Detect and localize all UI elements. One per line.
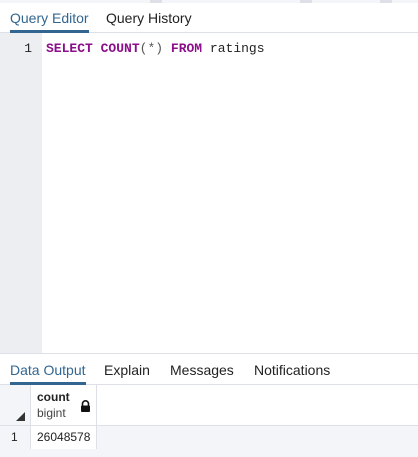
output-tab-bar: Data Output Explain Messages Notificatio… bbox=[0, 353, 418, 385]
editor-tab-bar: Query Editor Query History bbox=[0, 0, 418, 33]
keyword-select: SELECT bbox=[46, 41, 93, 56]
paren-close: ) bbox=[155, 41, 164, 56]
query-tool-window: Query Editor Query History 1 SELECT COUN… bbox=[0, 0, 418, 457]
tab-messages[interactable]: Messages bbox=[170, 357, 234, 385]
grid-empty-area bbox=[0, 449, 418, 457]
strip-notch bbox=[150, 0, 162, 3]
line-number: 1 bbox=[24, 41, 32, 56]
tab-data-output[interactable]: Data Output bbox=[10, 357, 86, 385]
function-count: COUNT bbox=[100, 41, 140, 56]
table-name: ratings bbox=[209, 41, 265, 56]
row-number[interactable]: 1 bbox=[0, 426, 31, 449]
tab-query-editor[interactable]: Query Editor bbox=[10, 5, 89, 33]
column-header-count[interactable]: count bigint bbox=[31, 385, 97, 425]
row-filler bbox=[97, 426, 418, 449]
sql-editor[interactable]: 1 SELECT COUNT(*) FROM ratings bbox=[0, 33, 418, 353]
result-grid: count bigint 1 26048578 bbox=[0, 385, 418, 457]
header-filler bbox=[97, 385, 418, 425]
lock-icon bbox=[81, 400, 90, 412]
tab-notifications[interactable]: Notifications bbox=[254, 357, 330, 385]
strip-notch bbox=[300, 0, 312, 3]
column-name: count bbox=[37, 390, 70, 404]
grid-header: count bigint bbox=[0, 385, 418, 425]
corner-triangle-icon bbox=[16, 412, 25, 421]
code-line[interactable]: SELECT COUNT(*) FROM ratings bbox=[46, 41, 265, 57]
column-type: bigint bbox=[37, 406, 66, 420]
top-strip bbox=[0, 0, 418, 3]
line-number-gutter: 1 bbox=[0, 33, 42, 353]
tab-query-history[interactable]: Query History bbox=[106, 5, 192, 33]
cell-count[interactable]: 26048578 bbox=[31, 426, 97, 449]
tab-explain[interactable]: Explain bbox=[104, 357, 150, 385]
table-row[interactable]: 1 26048578 bbox=[0, 425, 418, 449]
keyword-from: FROM bbox=[170, 41, 203, 56]
select-all-corner[interactable] bbox=[0, 385, 31, 425]
strip-notch bbox=[380, 0, 392, 3]
